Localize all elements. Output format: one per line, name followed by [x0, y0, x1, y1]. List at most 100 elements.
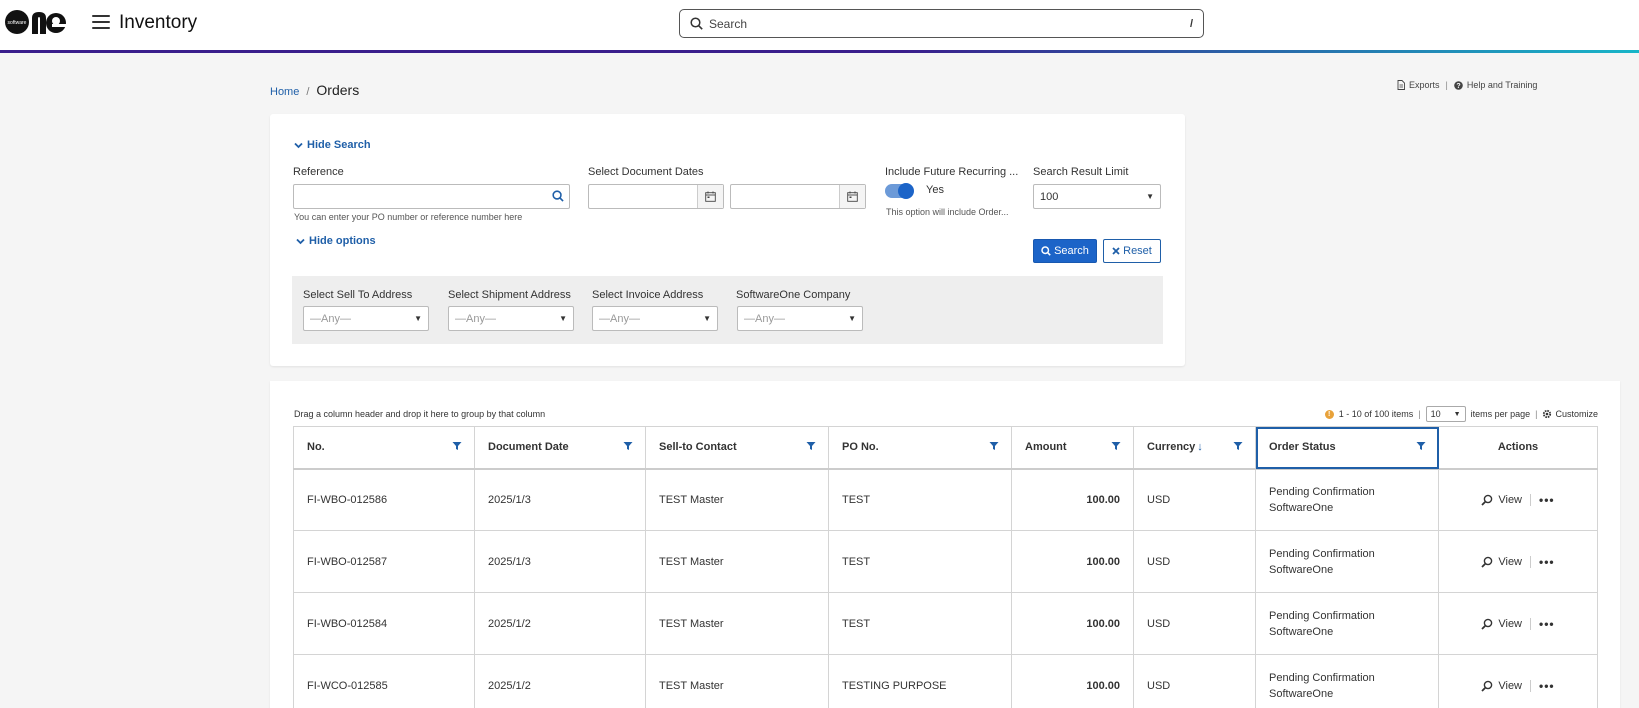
filter-icon[interactable]: [989, 441, 999, 451]
hide-search-toggle[interactable]: Hide Search: [294, 139, 371, 151]
view-button[interactable]: View: [1481, 618, 1522, 630]
invoice-address-select[interactable]: —Any— ▼: [592, 306, 718, 331]
reset-button[interactable]: Reset: [1103, 239, 1161, 263]
search-icon[interactable]: [552, 190, 564, 202]
cell-status: Pending Confirmation SoftwareOne: [1255, 530, 1439, 593]
global-search[interactable]: /: [679, 9, 1204, 38]
column-header-no[interactable]: No.: [293, 426, 475, 470]
more-options-icon[interactable]: •••: [1539, 617, 1555, 631]
column-header-po-no[interactable]: PO No.: [828, 426, 1012, 470]
result-limit-value: 100: [1040, 190, 1059, 203]
company-select[interactable]: —Any— ▼: [737, 306, 863, 331]
hide-options-toggle[interactable]: Hide options: [296, 235, 376, 247]
help-label: Help and Training: [1466, 80, 1538, 90]
more-options-icon[interactable]: •••: [1539, 555, 1555, 569]
breadcrumb-home[interactable]: Home: [270, 86, 299, 98]
reference-input[interactable]: [294, 185, 569, 208]
caret-down-icon: ▼: [848, 314, 856, 323]
result-limit-label: Search Result Limit: [1033, 166, 1129, 178]
menu-icon[interactable]: [92, 15, 110, 29]
reset-button-label: Reset: [1123, 245, 1152, 257]
caret-down-icon: ▼: [559, 314, 567, 323]
option-label: Select Sell To Address: [303, 289, 413, 301]
cell-date: 2025/1/3: [474, 468, 646, 531]
svg-text:software: software: [8, 20, 27, 26]
caret-down-icon: ▼: [414, 314, 422, 323]
help-link[interactable]: ? Help and Training: [1454, 80, 1538, 90]
filter-icon[interactable]: [623, 441, 633, 451]
cell-contact: TEST Master: [645, 654, 829, 708]
document-dates-label: Select Document Dates: [588, 166, 704, 178]
result-limit-select[interactable]: 100 ▼: [1033, 184, 1161, 209]
cell-contact: TEST Master: [645, 468, 829, 531]
reference-field[interactable]: [293, 184, 570, 209]
sort-descending-icon: ↓: [1197, 441, 1203, 454]
table-row[interactable]: FI-WCO-012585 2025/1/2 TEST Master TESTI…: [293, 654, 1598, 708]
future-recurring-state: Yes: [926, 184, 944, 196]
view-button[interactable]: View: [1481, 494, 1522, 506]
table-row[interactable]: FI-WBO-012587 2025/1/3 TEST Master TEST …: [293, 530, 1598, 593]
column-header-order-status[interactable]: Order Status: [1255, 426, 1439, 470]
option-label: Select Shipment Address: [448, 289, 571, 301]
sell-to-address-select[interactable]: —Any— ▼: [303, 306, 429, 331]
table-row[interactable]: FI-WBO-012586 2025/1/3 TEST Master TEST …: [293, 468, 1598, 531]
caret-down-icon: ▼: [1453, 410, 1461, 418]
date-from-field[interactable]: [588, 184, 724, 209]
view-button[interactable]: View: [1481, 556, 1522, 568]
status-line: Pending Confirmation: [1269, 671, 1375, 684]
top-bar: software Inventory /: [0, 0, 1639, 50]
column-title: No.: [307, 441, 325, 454]
date-to-picker[interactable]: [839, 185, 865, 208]
table-header-row: No. Document Date Sell-to Contact PO No.…: [293, 426, 1598, 470]
column-header-currency[interactable]: Currency ↓: [1133, 426, 1256, 470]
cell-no: FI-WBO-012587: [293, 530, 475, 593]
column-header-amount[interactable]: Amount: [1011, 426, 1134, 470]
actions-divider: [1530, 493, 1532, 506]
column-title: Sell-to Contact: [659, 441, 737, 454]
cell-status: Pending Confirmation SoftwareOne: [1255, 592, 1439, 655]
future-recurring-toggle[interactable]: [885, 183, 914, 199]
column-title: PO No.: [842, 441, 879, 454]
magnifier-icon: [1481, 680, 1493, 692]
search-panel: Hide Search Reference You can enter your…: [270, 114, 1185, 366]
more-options-icon[interactable]: •••: [1539, 679, 1555, 693]
column-header-sell-to-contact[interactable]: Sell-to Contact: [645, 426, 829, 470]
date-from-picker[interactable]: [697, 185, 723, 208]
view-button[interactable]: View: [1481, 680, 1522, 692]
pager-range: 1 - 10 of 100 items: [1338, 409, 1414, 419]
column-title: Amount: [1025, 441, 1067, 454]
column-header-document-date[interactable]: Document Date: [474, 426, 646, 470]
column-title: Actions: [1497, 441, 1539, 454]
filter-icon[interactable]: [1111, 441, 1121, 451]
page-size-select[interactable]: 10 ▼: [1425, 406, 1466, 422]
options-section: Select Sell To Address —Any— ▼ Select Shi…: [292, 276, 1163, 344]
filter-icon[interactable]: [806, 441, 816, 451]
cell-amount: 100.00: [1011, 530, 1134, 593]
softwareone-logo[interactable]: software: [3, 8, 67, 36]
global-search-input[interactable]: [709, 16, 1190, 31]
view-label: View: [1498, 493, 1523, 506]
exports-link[interactable]: Exports: [1397, 80, 1440, 90]
cell-date: 2025/1/2: [474, 592, 646, 655]
cell-status: Pending Confirmation SoftwareOne: [1255, 654, 1439, 708]
cell-no: FI-WBO-012586: [293, 468, 475, 531]
filter-icon[interactable]: [1416, 441, 1426, 451]
date-to-field[interactable]: [730, 184, 866, 209]
reference-label: Reference: [293, 166, 344, 178]
gear-icon: [1543, 409, 1552, 419]
group-by-drop-zone[interactable]: Drag a column header and drop it here to…: [294, 409, 545, 419]
customize-link[interactable]: Customize: [1542, 409, 1598, 419]
filter-icon[interactable]: [1233, 441, 1243, 451]
shipment-address-select[interactable]: —Any— ▼: [448, 306, 574, 331]
more-options-icon[interactable]: •••: [1539, 493, 1555, 507]
magnifier-icon: [1481, 618, 1493, 630]
view-label: View: [1498, 679, 1523, 692]
table-row[interactable]: FI-WBO-012584 2025/1/2 TEST Master TEST …: [293, 592, 1598, 655]
orders-table: No. Document Date Sell-to Contact PO No.…: [293, 426, 1598, 708]
reference-hint: You can enter your PO number or referenc…: [294, 212, 523, 222]
cell-actions: View •••: [1438, 592, 1598, 655]
search-button[interactable]: Search: [1033, 239, 1097, 263]
page-size-value: 10: [1430, 409, 1441, 419]
status-line: SoftwareOne: [1269, 563, 1334, 576]
filter-icon[interactable]: [452, 441, 462, 451]
